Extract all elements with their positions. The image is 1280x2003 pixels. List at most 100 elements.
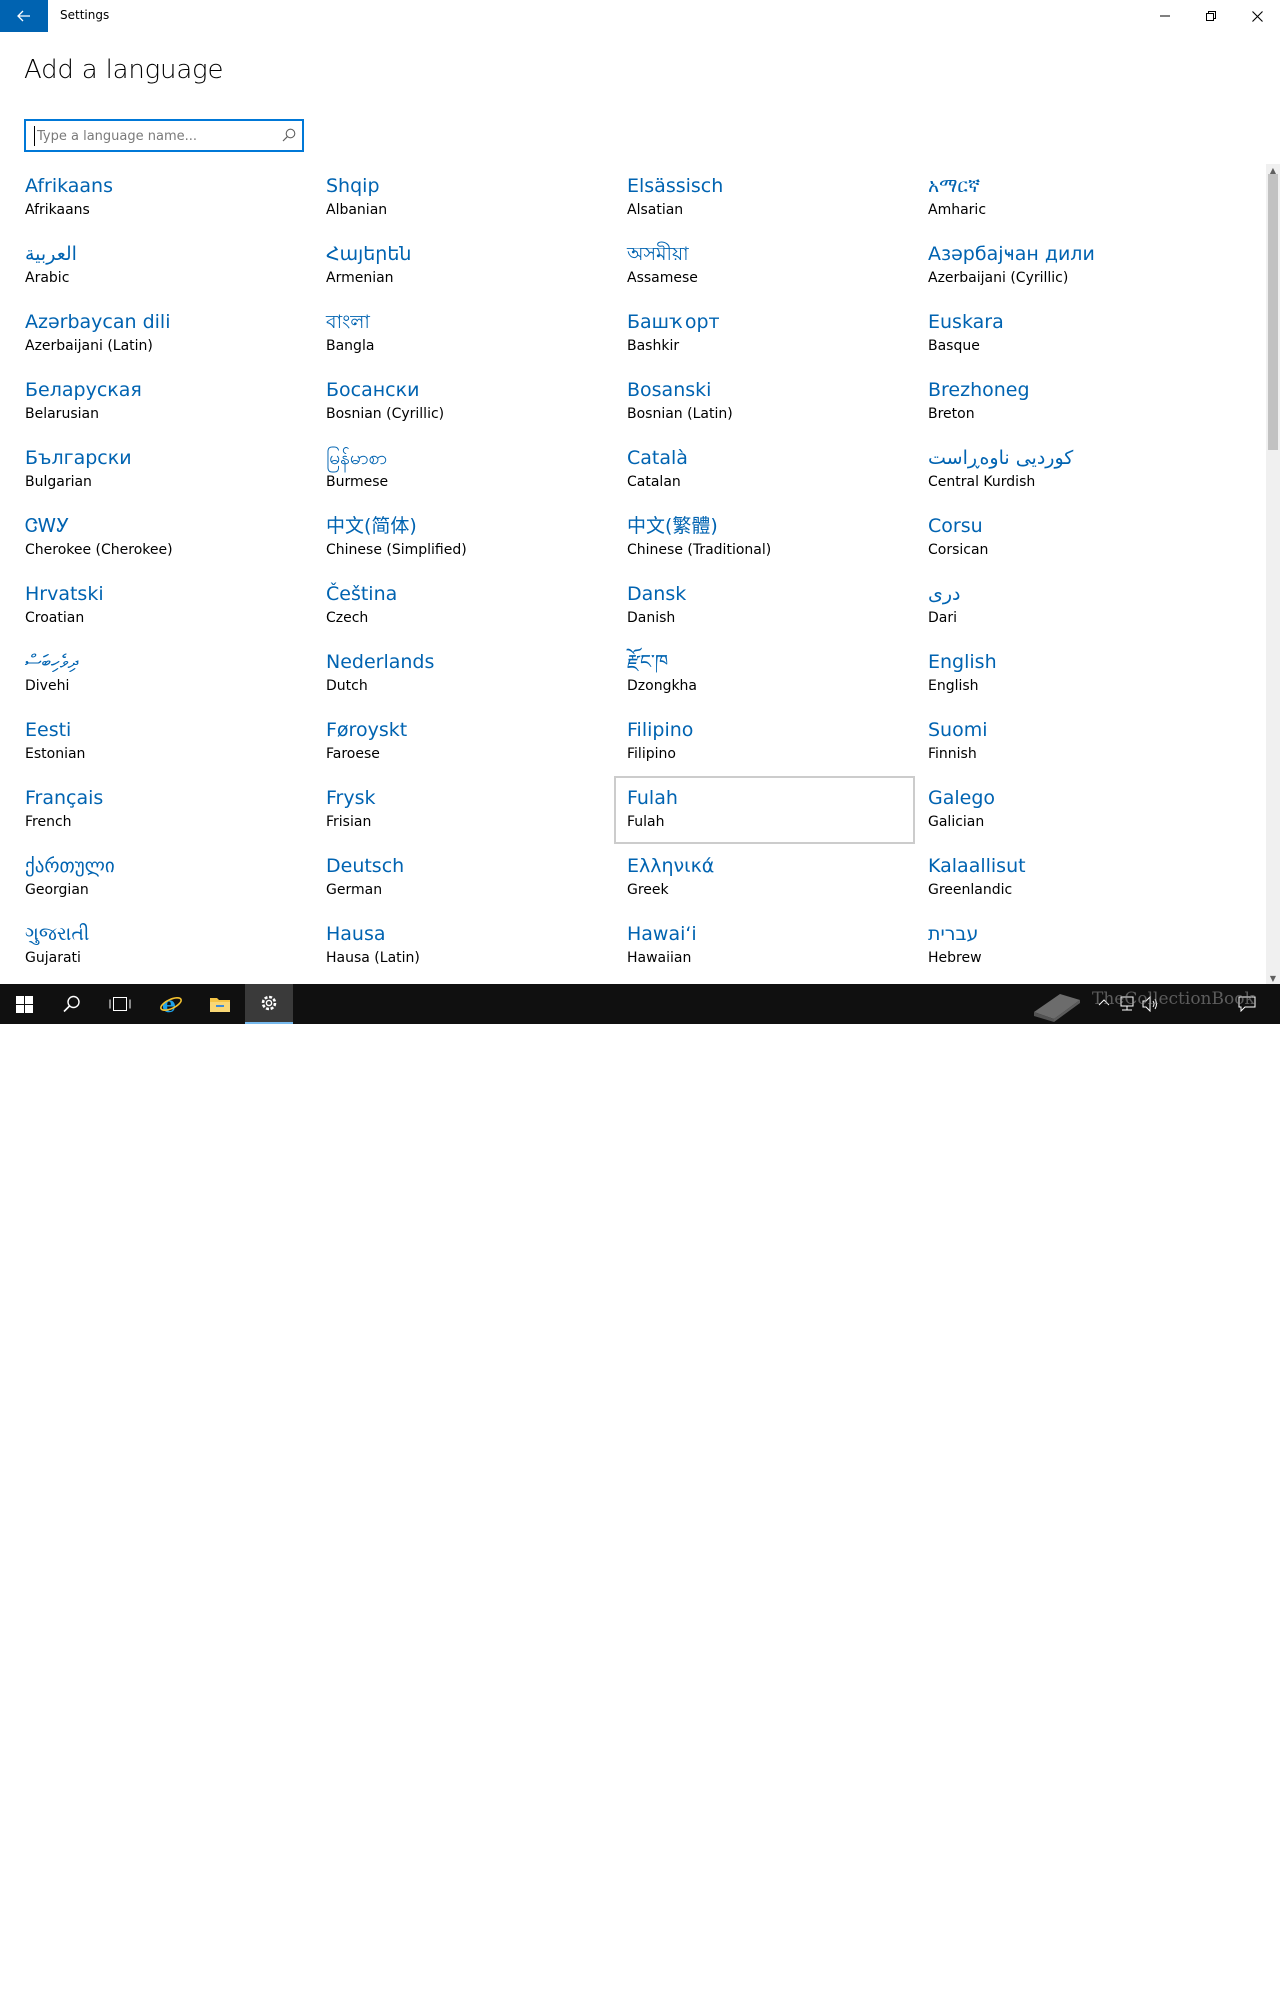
language-item[interactable]: Filipino Filipino — [614, 708, 915, 776]
language-item[interactable]: درى Dari — [915, 572, 1213, 640]
language-native-name: Nederlands — [326, 651, 435, 673]
language-native-name: 中文(简体) — [326, 515, 417, 537]
language-item[interactable]: Føroyskt Faroese — [313, 708, 614, 776]
clock-time[interactable]: 9:29 AM — [1166, 1972, 1222, 1985]
language-item[interactable]: Hawaiʻi Hawaiian — [614, 912, 915, 980]
language-english-name: Chinese (Simplified) — [326, 542, 467, 558]
language-english-name: Fulah — [627, 814, 665, 830]
language-item[interactable]: Hrvatski Croatian — [12, 572, 313, 640]
search-icon — [63, 995, 80, 1013]
language-english-name: Bosnian (Cyrillic) — [326, 406, 445, 422]
language-item[interactable]: Nederlands Dutch — [313, 640, 614, 708]
app-title: Settings — [60, 8, 110, 22]
settings-taskbar-button[interactable] — [245, 984, 293, 1024]
language-item[interactable]: Азәрбајҹан дили Azerbaijani (Cyrillic) — [915, 232, 1213, 300]
language-item[interactable]: Català Catalan — [614, 436, 915, 504]
language-native-name: Galego — [928, 787, 996, 809]
scroll-down-arrow-icon[interactable]: ▼ — [1266, 972, 1280, 984]
language-item[interactable]: རྫོང་ཁ Dzongkha — [614, 640, 915, 708]
scroll-thumb[interactable] — [1268, 174, 1278, 450]
language-item[interactable]: Corsu Corsican — [915, 504, 1213, 572]
language-item[interactable]: Eesti Estonian — [12, 708, 313, 776]
language-item[interactable]: ગુજરાતી Gujarati — [12, 912, 313, 980]
search-icon[interactable] — [282, 128, 296, 142]
language-item[interactable]: ދިވެހިބަސް Divehi — [12, 640, 313, 708]
restore-button[interactable] — [1188, 0, 1234, 32]
language-item[interactable]: Français French — [12, 776, 313, 844]
language-item[interactable]: မြန်မာစာ Burmese — [313, 436, 614, 504]
language-item[interactable]: Kalaallisut Greenlandic — [915, 844, 1213, 912]
language-search-input[interactable] — [34, 126, 274, 146]
language-item[interactable]: Shqip Albanian — [313, 164, 614, 232]
file-explorer-button[interactable] — [196, 984, 244, 1024]
language-native-name: አማርኛ — [928, 175, 981, 197]
language-native-name: English — [928, 651, 997, 673]
language-item[interactable]: Suomi Finnish — [915, 708, 1213, 776]
language-item[interactable]: עברית Hebrew — [915, 912, 1213, 980]
language-item[interactable]: Galego Galician — [915, 776, 1213, 844]
language-item[interactable]: አማርኛ Amharic — [915, 164, 1213, 232]
language-item[interactable]: Български Bulgarian — [12, 436, 313, 504]
language-english-name: Galician — [928, 814, 985, 830]
language-native-name: Hausa — [326, 923, 386, 945]
language-item[interactable]: বাংলা Bangla — [313, 300, 614, 368]
language-native-name: کوردیی ناوەڕاست — [928, 447, 1074, 469]
language-english-name: Greenlandic — [928, 882, 1013, 898]
language-item[interactable]: English English — [915, 640, 1213, 708]
language-item[interactable]: کوردیی ناوەڕاست Central Kurdish — [915, 436, 1213, 504]
settings-window: Settings Add a language AfrikaansAfrikaa… — [0, 0, 1280, 984]
start-button[interactable] — [0, 984, 48, 1024]
language-item[interactable]: ᏣᎳᎩ Cherokee (Cherokee) — [12, 504, 313, 572]
internet-explorer-button[interactable]: e — [147, 984, 195, 1024]
language-native-name: Føroyskt — [326, 719, 408, 741]
language-item[interactable]: العربية Arabic — [12, 232, 313, 300]
title-bar: Settings — [0, 0, 1280, 32]
language-english-name: Albanian — [326, 202, 388, 218]
language-english-name: Hebrew — [928, 950, 982, 966]
language-item[interactable]: Հայերեն Armenian — [313, 232, 614, 300]
back-button[interactable] — [0, 0, 48, 32]
language-grid: Afrikaans Afrikaans Shqip Albanian Elsässisc… — [12, 164, 1213, 984]
language-item[interactable]: Deutsch German — [313, 844, 614, 912]
search-button[interactable] — [48, 984, 96, 1024]
language-item[interactable]: Azərbaycan dili Azerbaijani (Latin) — [12, 300, 313, 368]
close-button[interactable] — [1234, 0, 1280, 32]
language-native-name: Deutsch — [326, 855, 405, 877]
language-native-name: རྫོང་ཁ — [627, 651, 669, 673]
language-item[interactable]: Brezhoneg Breton — [915, 368, 1213, 436]
language-item[interactable]: Frysk Frisian — [313, 776, 614, 844]
task-view-button[interactable] — [96, 984, 144, 1024]
language-native-name: Corsu — [928, 515, 983, 537]
language-item[interactable]: Ελληνικά Greek — [614, 844, 915, 912]
language-item[interactable]: Elsässisch Alsatian — [614, 164, 915, 232]
language-native-name: Босански — [326, 379, 420, 401]
language-item[interactable]: Беларуская Belarusian — [12, 368, 313, 436]
language-item[interactable]: অসমীয়া Assamese — [614, 232, 915, 300]
language-english-name: Breton — [928, 406, 975, 422]
language-english-name: Chinese (Traditional) — [627, 542, 772, 558]
language-english-name: Frisian — [326, 814, 372, 830]
language-item[interactable]: 中文(简体) Chinese (Simplified) — [313, 504, 614, 572]
language-native-name: Беларуская — [25, 379, 142, 401]
clock-date[interactable]: 7/16/2016 — [1166, 1990, 1222, 2003]
language-native-name: Հայերեն — [326, 243, 412, 265]
vertical-scrollbar[interactable]: ▲ ▼ — [1266, 164, 1280, 984]
language-item[interactable]: Hausa Hausa (Latin) — [313, 912, 614, 980]
language-native-name: Bosanski — [627, 379, 712, 401]
language-search-box[interactable] — [24, 119, 304, 152]
language-item[interactable]: Euskara Basque — [915, 300, 1213, 368]
language-item[interactable]: Bosanski Bosnian (Latin) — [614, 368, 915, 436]
language-item[interactable]: Босански Bosnian (Cyrillic) — [313, 368, 614, 436]
minimize-button[interactable] — [1142, 0, 1188, 32]
language-native-name: Азәрбајҹан дили — [928, 243, 1095, 265]
language-item[interactable]: Fulah Fulah — [614, 776, 915, 844]
minimize-icon — [1160, 15, 1170, 17]
language-item[interactable]: Čeština Czech — [313, 572, 614, 640]
language-english-name: Georgian — [25, 882, 89, 898]
language-item[interactable]: Башҡорт Bashkir — [614, 300, 915, 368]
language-item[interactable]: Dansk Danish — [614, 572, 915, 640]
language-item[interactable]: ქართული Georgian — [12, 844, 313, 912]
language-english-name: Dzongkha — [627, 678, 698, 694]
language-item[interactable]: Afrikaans Afrikaans — [12, 164, 313, 232]
language-item[interactable]: 中文(繁體) Chinese (Traditional) — [614, 504, 915, 572]
